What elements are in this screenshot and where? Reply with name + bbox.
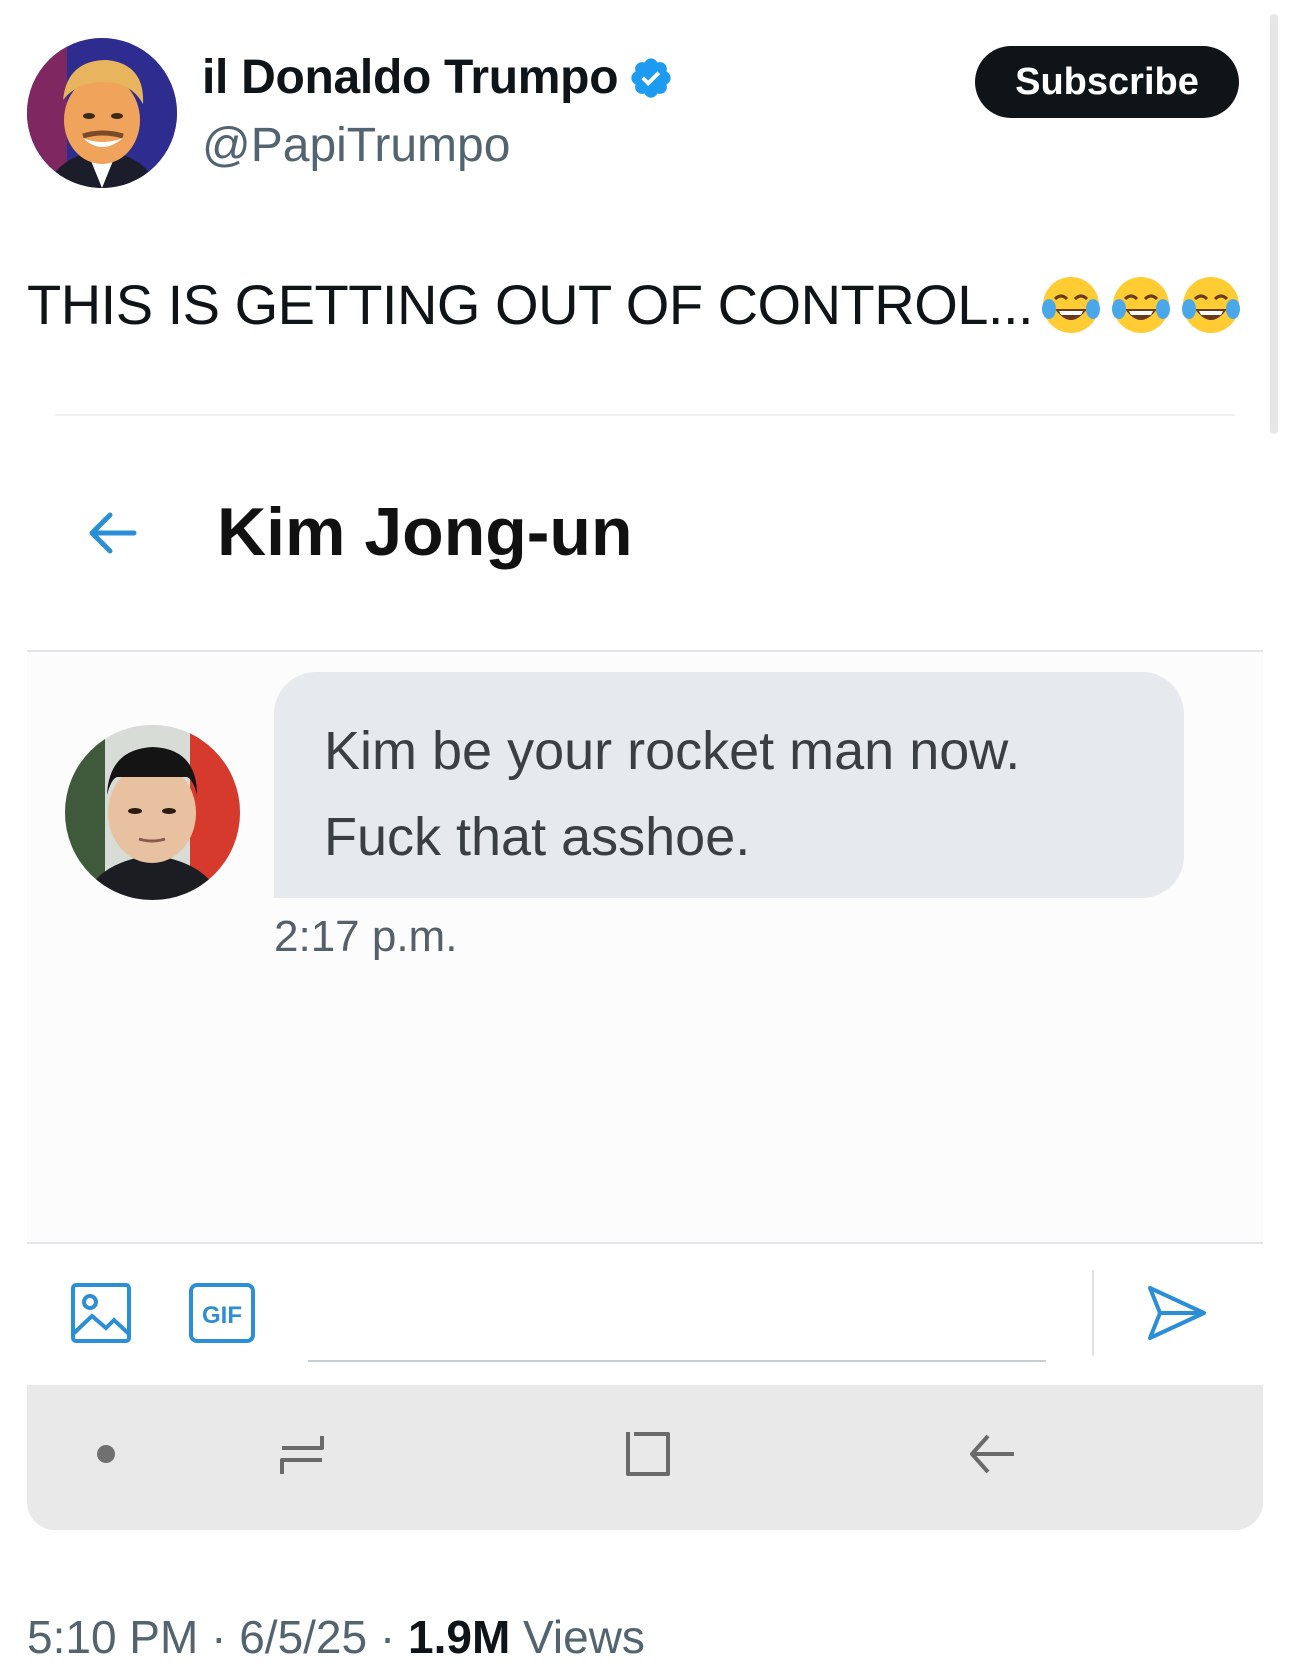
gif-button[interactable]: GIF <box>188 1282 256 1344</box>
tweet-text-content: THIS IS GETTING OUT OF CONTROL... <box>27 273 1034 336</box>
tweet-meta: 5:10 PM · 6/5/25 · 1.9M Views <box>27 1610 645 1664</box>
author-avatar[interactable] <box>27 38 177 188</box>
back-icon[interactable] <box>964 1426 1020 1482</box>
compose-divider <box>1092 1270 1094 1356</box>
scrollbar[interactable] <box>1270 14 1278 434</box>
message-timestamp: 2:17 p.m. <box>274 912 458 961</box>
author-handle[interactable]: @PapiTrumpo <box>202 118 510 173</box>
tweet-time[interactable]: 5:10 PM <box>27 1611 198 1663</box>
subscribe-button[interactable]: Subscribe <box>975 46 1239 118</box>
face-with-tears-of-joy-icon <box>1182 276 1241 333</box>
verified-badge-icon <box>631 57 671 98</box>
face-with-tears-of-joy-icon <box>1112 276 1171 333</box>
tweet-date[interactable]: 6/5/25 <box>239 1611 367 1663</box>
image-icon[interactable] <box>70 1282 132 1344</box>
message-bubble[interactable]: Kim be your rocket man now. Fuck that as… <box>274 672 1184 898</box>
recent-apps-icon[interactable] <box>274 1426 330 1482</box>
home-icon[interactable] <box>620 1426 676 1482</box>
send-icon[interactable] <box>1144 1280 1210 1346</box>
gif-label: GIF <box>202 1302 242 1329</box>
meta-separator: · <box>379 1611 396 1663</box>
tweet-text: THIS IS GETTING OUT OF CONTROL... <box>27 272 1243 337</box>
face-with-tears-of-joy-icon <box>1042 276 1101 333</box>
meta-separator: · <box>211 1611 227 1663</box>
views-label: Views <box>523 1611 645 1663</box>
dot-icon[interactable] <box>97 1445 115 1463</box>
message-line-2: Fuck that asshoe. <box>324 807 751 867</box>
author-display-name[interactable]: il Donaldo Trumpo <box>202 50 619 105</box>
chat-title: Kim Jong-un <box>217 494 633 570</box>
author-name-row: il Donaldo Trumpo <box>202 50 674 105</box>
gif-icon: GIF <box>189 1283 255 1343</box>
contact-avatar <box>65 725 240 900</box>
back-arrow-icon <box>89 512 137 554</box>
views-count: 1.9M <box>408 1611 511 1663</box>
divider <box>55 414 1235 416</box>
message-input[interactable] <box>308 1262 1046 1362</box>
message-line-1: Kim be your rocket man now. <box>324 721 1021 781</box>
